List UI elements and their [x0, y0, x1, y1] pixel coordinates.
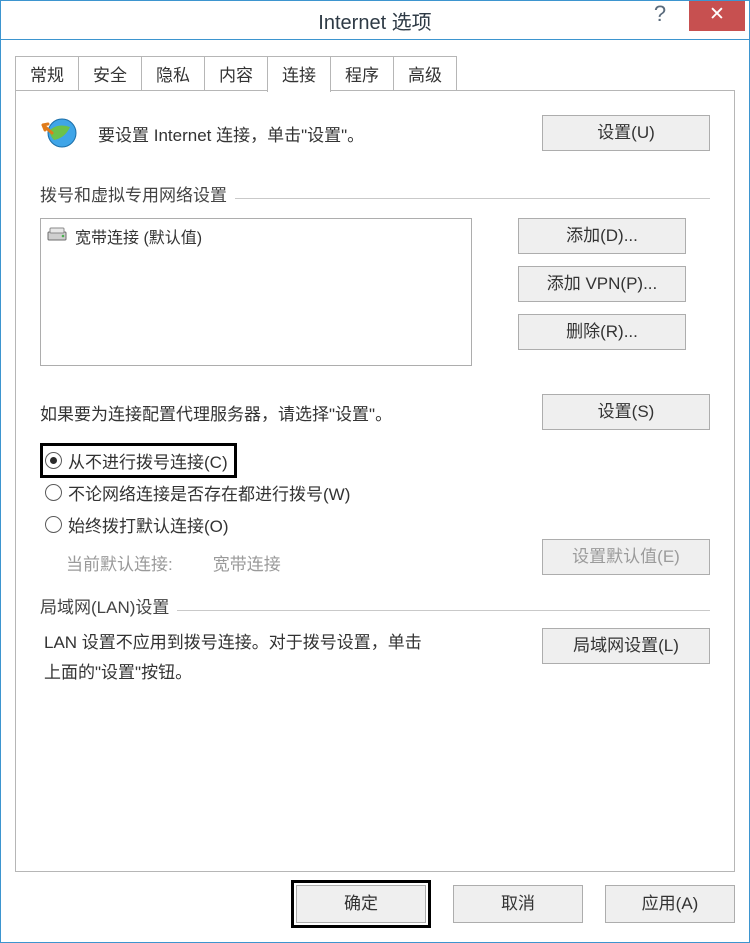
dialog-footer: 确定 取消 应用(A) — [15, 882, 735, 926]
radio-dial-when-needed[interactable] — [45, 484, 62, 501]
window-title: Internet 选项 — [318, 6, 431, 35]
globe-icon — [40, 113, 80, 153]
lan-section-title: 局域网(LAN)设置 — [40, 593, 169, 618]
list-item[interactable]: 宽带连接 (默认值) — [47, 223, 463, 249]
help-button[interactable]: ? — [635, 1, 685, 31]
tab-privacy[interactable]: 隐私 — [141, 56, 205, 91]
tab-programs[interactable]: 程序 — [330, 56, 394, 91]
divider — [177, 610, 710, 611]
add-vpn-button[interactable]: 添加 VPN(P)... — [518, 266, 686, 302]
dial-section-title: 拨号和虚拟专用网络设置 — [40, 181, 227, 206]
apply-button[interactable]: 应用(A) — [605, 885, 735, 923]
tab-connections[interactable]: 连接 — [267, 56, 331, 92]
radio-never-dial[interactable] — [45, 452, 62, 469]
cancel-button[interactable]: 取消 — [453, 885, 583, 923]
connection-name: 宽带连接 (默认值) — [75, 224, 202, 248]
internet-options-dialog: Internet 选项 ? ✕ 常规 安全 隐私 内容 连接 程序 高级 — [0, 0, 750, 943]
highlight-box: 确定 — [291, 880, 431, 928]
radio-always-label: 始终拨打默认连接(O) — [68, 512, 229, 537]
radio-never-label: 从不进行拨号连接(C) — [68, 448, 228, 473]
setup-button[interactable]: 设置(U) — [542, 115, 710, 151]
radio-when-needed-label: 不论网络连接是否存在都进行拨号(W) — [68, 480, 350, 505]
current-default-label: 当前默认连接: — [66, 550, 173, 575]
modem-icon — [47, 226, 69, 247]
ok-button[interactable]: 确定 — [296, 885, 426, 923]
close-button[interactable]: ✕ — [689, 1, 745, 31]
tab-security[interactable]: 安全 — [78, 56, 142, 91]
add-button[interactable]: 添加(D)... — [518, 218, 686, 254]
dialog-body: 常规 安全 隐私 内容 连接 程序 高级 要设置 Internet 连接，单击"… — [15, 57, 735, 872]
tab-general[interactable]: 常规 — [15, 56, 79, 91]
current-default-value: 宽带连接 — [213, 550, 281, 575]
remove-button[interactable]: 删除(R)... — [518, 314, 686, 350]
proxy-hint: 如果要为连接配置代理服务器，请选择"设置"。 — [40, 400, 542, 425]
connections-panel: 要设置 Internet 连接，单击"设置"。 设置(U) 拨号和虚拟专用网络设… — [15, 90, 735, 872]
divider — [235, 198, 710, 199]
tab-content[interactable]: 内容 — [204, 56, 268, 91]
set-default-button: 设置默认值(E) — [542, 539, 710, 575]
lan-description: LAN 设置不应用到拨号连接。对于拨号设置，单击上面的"设置"按钮。 — [44, 628, 424, 688]
highlight-box: 从不进行拨号连接(C) — [40, 443, 237, 478]
lan-settings-button[interactable]: 局域网设置(L) — [542, 628, 710, 664]
connections-listbox[interactable]: 宽带连接 (默认值) — [40, 218, 472, 366]
tab-advanced[interactable]: 高级 — [393, 56, 457, 91]
intro-text: 要设置 Internet 连接，单击"设置"。 — [98, 121, 524, 146]
title-bar: Internet 选项 ? ✕ — [1, 1, 749, 40]
radio-always-dial[interactable] — [45, 516, 62, 533]
tab-strip: 常规 安全 隐私 内容 连接 程序 高级 — [15, 57, 735, 91]
settings-button[interactable]: 设置(S) — [542, 394, 710, 430]
